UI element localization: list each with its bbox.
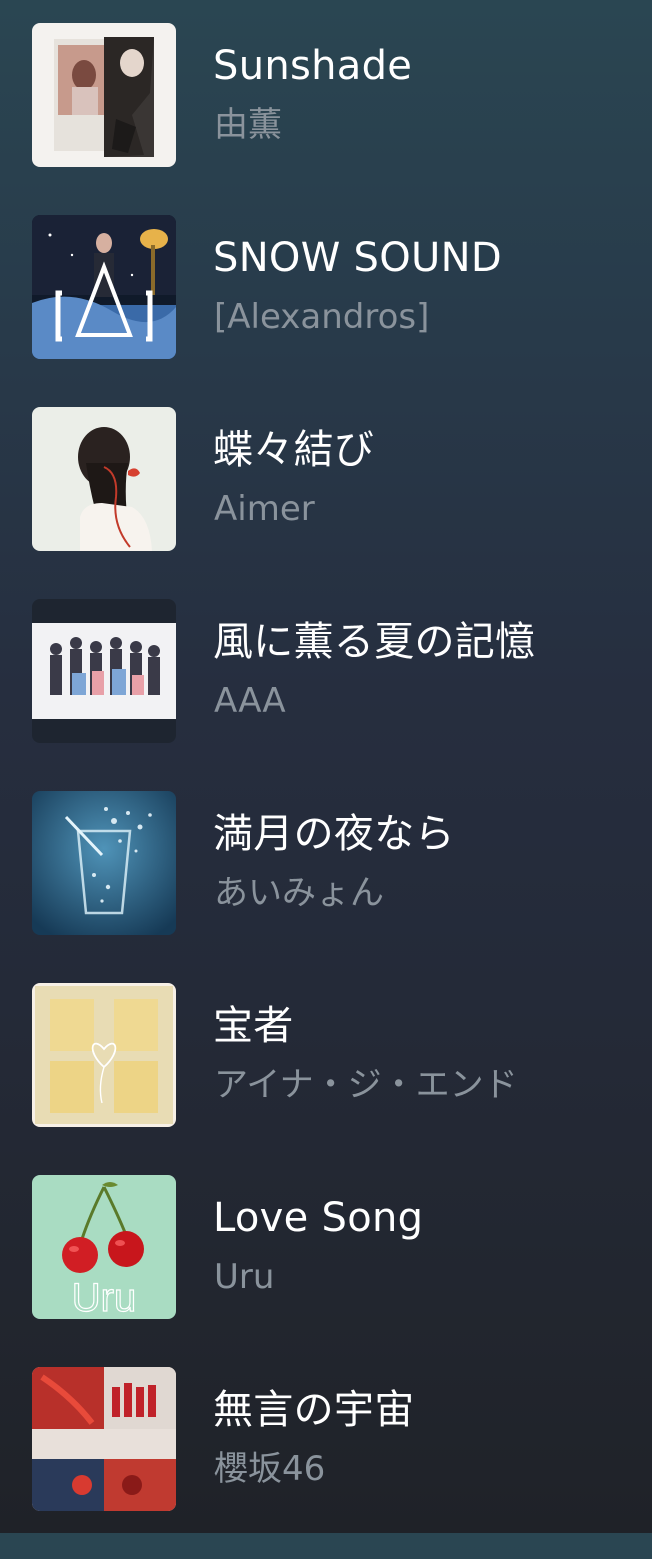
artist-name: 由薫	[214, 105, 282, 145]
cover-artist-text: Uru	[72, 1276, 136, 1319]
song-title: 無言の宇宙	[213, 1387, 415, 1433]
song-title: Sunshade	[213, 43, 413, 89]
album-art[interactable]	[32, 599, 176, 743]
album-art[interactable]	[32, 215, 176, 359]
song-title: Love Song	[213, 1195, 424, 1241]
song-title: 満月の夜なら	[213, 811, 455, 857]
song-row[interactable]: Sunshade 由薫	[0, 23, 652, 215]
artist-name: アイナ・ジ・エンド	[214, 1065, 518, 1105]
artist-name: Uru	[214, 1257, 275, 1297]
artist-name: [Alexandros]	[214, 297, 430, 337]
song-row[interactable]: 風に薫る夏の記憶 AAA	[0, 599, 652, 791]
song-list: Sunshade 由薫 SNOW SOUND [Alexandros] 蝶々結び…	[0, 23, 652, 1559]
artist-name: 櫻坂46	[214, 1449, 326, 1489]
song-title: 風に薫る夏の記憶	[213, 619, 536, 665]
artist-name: AAA	[214, 681, 286, 721]
song-title: 宝者	[213, 1003, 294, 1049]
artist-name: Aimer	[214, 489, 315, 529]
song-row[interactable]: 宝者 アイナ・ジ・エンド	[0, 983, 652, 1175]
song-row[interactable]: SNOW SOUND [Alexandros]	[0, 215, 652, 407]
song-title: SNOW SOUND	[213, 235, 502, 281]
album-art[interactable]	[32, 983, 176, 1127]
song-title: 蝶々結び	[213, 427, 375, 473]
song-row[interactable]: 蝶々結び Aimer	[0, 407, 652, 599]
song-row[interactable]: Uru Love Song Uru	[0, 1175, 652, 1367]
album-art[interactable]	[32, 791, 176, 935]
album-art[interactable]	[32, 1367, 176, 1511]
album-art[interactable]	[32, 407, 176, 551]
album-art[interactable]: Uru	[32, 1175, 176, 1319]
artist-name: あいみょん	[214, 873, 384, 913]
album-art[interactable]	[32, 23, 176, 167]
song-row[interactable]: 満月の夜なら あいみょん	[0, 791, 652, 983]
song-row[interactable]: 無言の宇宙 櫻坂46	[0, 1367, 652, 1559]
